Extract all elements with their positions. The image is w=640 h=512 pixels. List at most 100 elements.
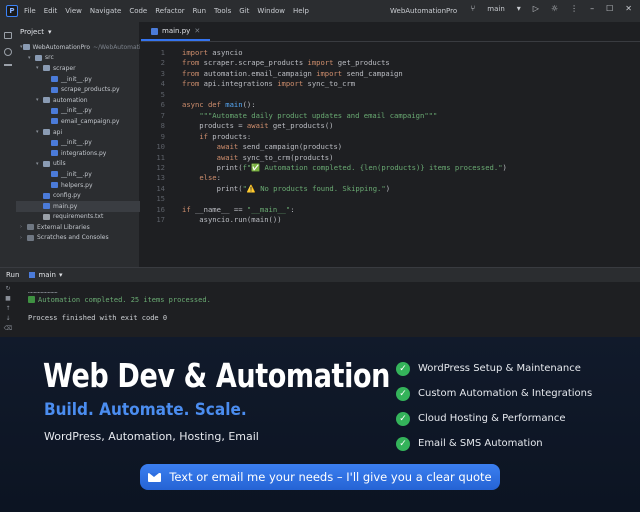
window-title: WebAutomationPro bbox=[390, 7, 458, 15]
code-line[interactable]: print(f"✅ Automation completed. {len(pro… bbox=[182, 163, 507, 172]
code-line[interactable]: if products: bbox=[182, 132, 251, 141]
tree-item[interactable]: ▾ api bbox=[16, 127, 140, 138]
py-icon bbox=[51, 86, 58, 93]
more-icon[interactable]: ⋮ bbox=[570, 4, 578, 13]
tree-item[interactable]: main.py bbox=[16, 200, 140, 212]
chevron-icon[interactable]: › bbox=[20, 224, 27, 230]
tree-item[interactable]: helpers.py bbox=[16, 180, 140, 191]
menu-edit[interactable]: Edit bbox=[44, 7, 58, 15]
line-number: 1 bbox=[160, 48, 165, 57]
scroll-down-icon[interactable]: ↓ bbox=[5, 315, 10, 322]
project-panel-header[interactable]: Project ▾ bbox=[0, 22, 139, 42]
code-line[interactable]: from scraper.scrape_products import get_… bbox=[182, 58, 390, 67]
rerun-icon[interactable]: ↻ bbox=[5, 285, 10, 292]
run-icon[interactable]: ▷ bbox=[533, 4, 539, 13]
promo-services: WordPress, Automation, Hosting, Email bbox=[44, 430, 259, 443]
line-number: 9 bbox=[160, 131, 165, 141]
menu-bar: File Edit View Navigate Code Refactor Run Tools… bbox=[24, 7, 309, 15]
chevron-down-icon[interactable]: ▾ bbox=[517, 4, 521, 13]
menu-run[interactable]: Run bbox=[193, 7, 206, 15]
close-tab-icon[interactable]: ✕ bbox=[194, 27, 200, 35]
code-line[interactable]: import asyncio bbox=[182, 48, 243, 57]
chevron-down-icon[interactable]: ▾ bbox=[48, 28, 52, 36]
line-number: 14 bbox=[156, 183, 165, 193]
code-line[interactable]: from api.integrations import sync_to_crm bbox=[182, 79, 355, 88]
tree-item[interactable]: ▾ src bbox=[16, 53, 140, 64]
chevron-icon[interactable]: ▾ bbox=[36, 65, 43, 71]
code-line[interactable]: products = await get_products() bbox=[182, 121, 333, 130]
menu-view[interactable]: View bbox=[65, 7, 82, 15]
line-number: 8 bbox=[160, 121, 165, 131]
run-panel: Run main ▾ ↻ ■ ↑ ↓ ⌫ ………………… Automation … bbox=[0, 267, 640, 337]
code-line[interactable]: async def main(): bbox=[182, 100, 256, 109]
check-circle-icon: ✓ bbox=[396, 436, 410, 451]
code-line[interactable]: from automation.email_campaign import se… bbox=[182, 69, 403, 78]
feature-item: ✓ Email & SMS Automation bbox=[396, 431, 636, 456]
trash-icon[interactable]: ⌫ bbox=[4, 325, 12, 332]
run-config-tab[interactable]: main ▾ bbox=[29, 271, 62, 279]
code-line[interactable]: else: bbox=[182, 173, 221, 182]
project-panel-title: Project bbox=[20, 28, 44, 36]
code-line[interactable]: if __name__ == "__main__": bbox=[182, 205, 295, 214]
tab-main-py[interactable]: main.py ✕ bbox=[141, 23, 211, 41]
folder-icon[interactable] bbox=[4, 32, 12, 39]
tree-item-label: Scratches and Consoles bbox=[37, 234, 109, 242]
chevron-icon[interactable]: ▾ bbox=[36, 161, 43, 167]
tree-item[interactable]: __init__.py bbox=[16, 137, 140, 148]
promo-headline: Web Dev & Automation bbox=[43, 356, 390, 395]
mail-icon bbox=[148, 472, 162, 482]
menu-refactor[interactable]: Refactor bbox=[155, 7, 184, 15]
line-number: 13 bbox=[156, 173, 165, 183]
run-tab-label[interactable]: Run bbox=[6, 271, 19, 279]
tree-item[interactable]: __init__.py bbox=[16, 74, 140, 85]
menu-help[interactable]: Help bbox=[293, 7, 309, 15]
chevron-icon[interactable]: ▾ bbox=[36, 97, 43, 103]
tree-item[interactable]: __init__.py bbox=[16, 169, 140, 180]
code-line[interactable]: await sync_to_crm(products) bbox=[182, 153, 334, 162]
tree-item[interactable]: requirements.txt bbox=[16, 212, 140, 223]
chevron-icon[interactable]: ▾ bbox=[28, 55, 35, 61]
tree-item[interactable]: ▾ scraper bbox=[16, 63, 140, 74]
structure-icon[interactable] bbox=[4, 64, 12, 66]
code-line[interactable]: asyncio.run(main()) bbox=[182, 215, 281, 224]
menu-navigate[interactable]: Navigate bbox=[90, 7, 121, 15]
tree-item[interactable]: __init__.py bbox=[16, 106, 140, 117]
debug-icon[interactable]: ☼ bbox=[551, 4, 558, 13]
contact-cta-button[interactable]: Text or email me your needs – I'll give … bbox=[140, 464, 500, 490]
menu-window[interactable]: Window bbox=[257, 7, 285, 15]
menu-code[interactable]: Code bbox=[129, 7, 147, 15]
menu-file[interactable]: File bbox=[24, 7, 36, 15]
tree-item[interactable]: ▾WebAutomationPro~/WebAutomationPro bbox=[16, 42, 140, 53]
tree-item[interactable]: email_campaign.py bbox=[16, 116, 140, 127]
minimize-icon[interactable]: – bbox=[590, 4, 594, 13]
tree-item[interactable]: config.py bbox=[16, 190, 140, 201]
tree-item[interactable]: ▾ automation bbox=[16, 95, 140, 106]
tree-item[interactable]: › Scratches and Consoles bbox=[16, 233, 140, 244]
stop-icon[interactable]: ■ bbox=[5, 295, 11, 302]
scroll-up-icon[interactable]: ↑ bbox=[5, 305, 10, 312]
chevron-down-icon[interactable]: ▾ bbox=[59, 271, 63, 279]
menu-tools[interactable]: Tools bbox=[214, 7, 231, 15]
feature-label: WordPress Setup & Maintenance bbox=[418, 363, 581, 374]
tree-item-label: __init__.py bbox=[61, 139, 92, 147]
menu-git[interactable]: Git bbox=[239, 7, 249, 15]
tree-item[interactable]: › External Libraries bbox=[16, 222, 140, 233]
tree-item[interactable]: integrations.py bbox=[16, 148, 140, 159]
tree-item[interactable]: scrape_products.py bbox=[16, 84, 140, 95]
code-line[interactable]: print("⚠️ No products found. Skipping.") bbox=[182, 184, 390, 193]
chevron-icon[interactable]: › bbox=[20, 235, 27, 241]
py-icon bbox=[51, 107, 58, 114]
chevron-icon[interactable]: ▾ bbox=[36, 129, 43, 135]
code-line[interactable]: await send_campaign(products) bbox=[182, 142, 343, 151]
run-config-selector[interactable]: main bbox=[487, 5, 505, 13]
feature-label: Email & SMS Automation bbox=[418, 438, 543, 449]
code-line[interactable]: """Automate daily product updates and em… bbox=[182, 111, 437, 120]
tree-item-label: requirements.txt bbox=[53, 213, 104, 221]
folder-icon bbox=[35, 54, 42, 61]
code-editor[interactable]: main.py ✕ 1 import asyncio 2 from scraper.s… bbox=[141, 22, 640, 267]
maximize-icon[interactable]: ☐ bbox=[606, 4, 613, 13]
close-icon[interactable]: ✕ bbox=[625, 4, 632, 13]
commit-icon[interactable] bbox=[4, 48, 12, 56]
py-icon bbox=[51, 76, 58, 83]
tree-item[interactable]: ▾ utils bbox=[16, 159, 140, 170]
